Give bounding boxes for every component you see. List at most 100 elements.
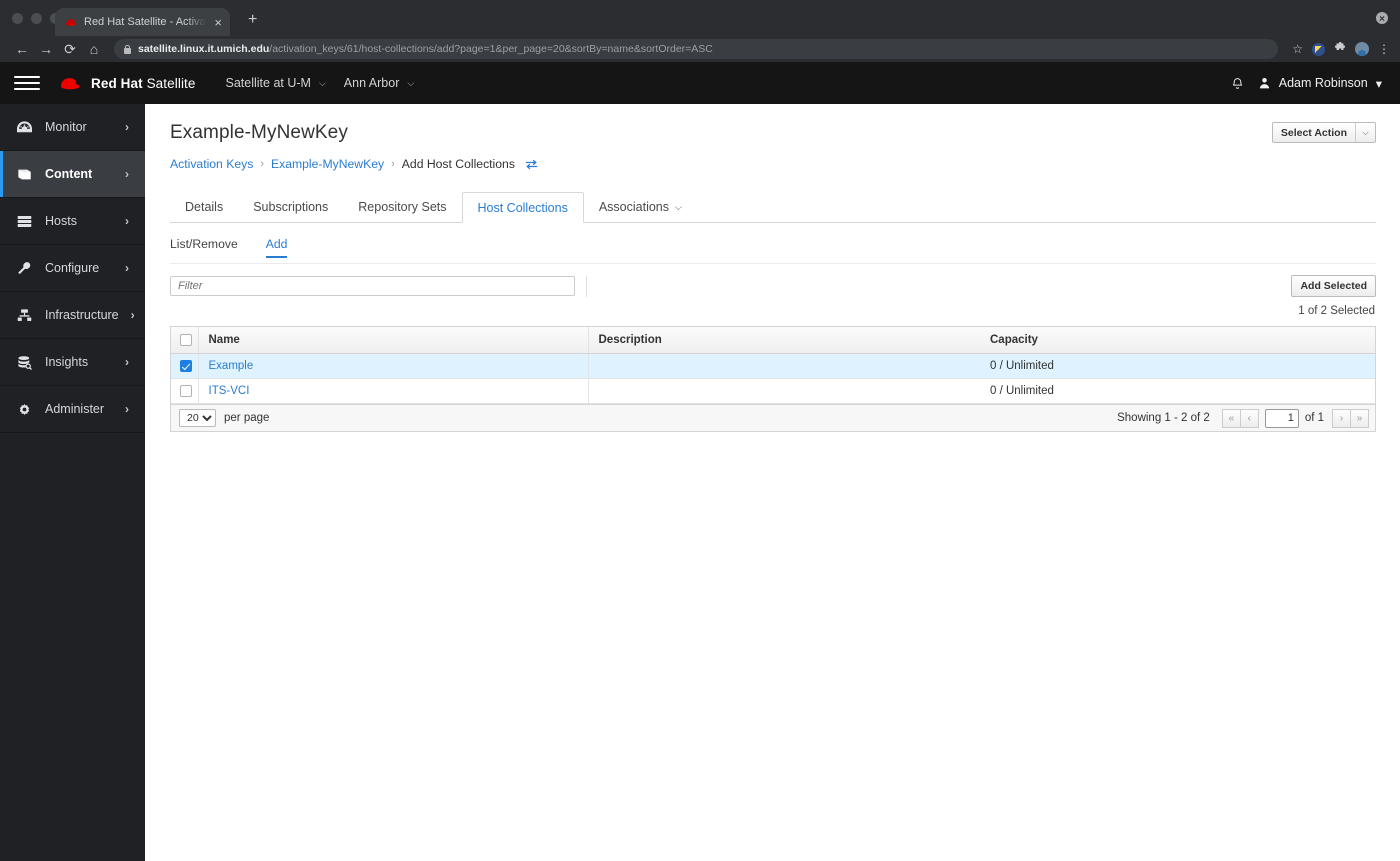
- chevron-down-icon[interactable]: ⌵: [1355, 123, 1375, 142]
- sidebar-item-administer[interactable]: Administer ›: [0, 386, 145, 433]
- sidebar-item-monitor[interactable]: Monitor ›: [0, 104, 145, 151]
- network-icon: [16, 307, 33, 323]
- column-header-capacity[interactable]: Capacity: [980, 327, 1375, 355]
- row-description-cell: [587, 378, 980, 405]
- gear-icon: [16, 401, 33, 417]
- sidebar-item-label: Administer: [45, 402, 105, 416]
- row-capacity-cell: 0 / Unlimited: [980, 378, 1375, 405]
- next-page-button[interactable]: ›: [1332, 408, 1351, 428]
- page-title: Example-MyNewKey: [170, 122, 348, 143]
- tab-host-collections[interactable]: Host Collections: [461, 192, 584, 223]
- chevron-down-icon: ▾: [1375, 76, 1382, 91]
- sidebar-item-label: Content: [45, 167, 93, 181]
- tab-repository-sets[interactable]: Repository Sets: [343, 192, 461, 222]
- user-avatar-icon: [1258, 76, 1271, 90]
- column-header-name[interactable]: Name: [197, 327, 588, 355]
- chevron-down-icon: ⌵: [407, 77, 415, 88]
- brand-logo[interactable]: Red Hat Satellite: [58, 76, 196, 91]
- browser-tab[interactable]: Red Hat Satellite - Activation K ×: [55, 8, 230, 36]
- breadcrumb-current: Add Host Collections: [401, 157, 515, 171]
- breadcrumb-activation-keys[interactable]: Activation Keys: [170, 157, 253, 171]
- back-button[interactable]: ←: [10, 37, 34, 61]
- forward-button[interactable]: →: [34, 37, 58, 61]
- tab-associations[interactable]: Associations ⌵: [584, 192, 697, 222]
- column-header-description[interactable]: Description: [587, 327, 980, 355]
- dashboard-icon: [16, 119, 33, 135]
- prev-page-button[interactable]: ‹: [1239, 408, 1259, 428]
- sidebar-item-label: Hosts: [45, 214, 77, 228]
- row-checkbox[interactable]: [180, 385, 192, 398]
- breadcrumb: Activation Keys › Example-MyNewKey › Add…: [170, 157, 1376, 171]
- url-path: /activation_keys/61/host-collections/add…: [269, 43, 713, 55]
- row-name-cell: ITS-VCI: [197, 378, 588, 405]
- select-action-label: Select Action: [1280, 126, 1347, 139]
- last-page-button[interactable]: »: [1350, 408, 1369, 428]
- browser-tab-title: Red Hat Satellite - Activation K: [84, 16, 206, 28]
- tab-subscriptions[interactable]: Subscriptions: [238, 192, 343, 222]
- host-collection-link[interactable]: ITS-VCI: [209, 385, 250, 397]
- sidebar-item-content[interactable]: Content ›: [0, 151, 145, 198]
- breadcrumb-separator-icon: ›: [260, 158, 264, 170]
- tab-details[interactable]: Details: [170, 192, 238, 222]
- sidebar-item-label: Insights: [45, 355, 89, 369]
- extensions-puzzle-icon[interactable]: [1334, 41, 1346, 56]
- per-page-label: per page: [224, 412, 270, 425]
- table-body: Example 0 / Unlimited ITS-VCI 0 / Unlimi…: [171, 353, 1375, 405]
- nav-toggle-icon[interactable]: [14, 70, 40, 96]
- user-menu[interactable]: Adam Robinson ▾: [1258, 76, 1382, 91]
- tab-associations-label: Associations: [598, 200, 670, 214]
- subtab-list-remove[interactable]: List/Remove: [170, 237, 238, 258]
- window-close-button[interactable]: [1376, 12, 1388, 24]
- sidebar-item-configure[interactable]: Configure ›: [0, 245, 145, 292]
- address-bar[interactable]: satellite.linux.it.umich.edu/activation_…: [114, 39, 1279, 59]
- book-icon: [16, 166, 33, 182]
- breadcrumb-key-name[interactable]: Example-MyNewKey: [271, 157, 384, 171]
- bookmark-star-icon[interactable]: ☆: [1292, 43, 1303, 55]
- sidebar-item-infrastructure[interactable]: Infrastructure ›: [0, 292, 145, 339]
- window-minimize-dot[interactable]: [31, 13, 42, 24]
- tab-bar: Details Subscriptions Repository Sets Ho…: [170, 192, 1376, 223]
- chevron-right-icon: ›: [125, 120, 129, 134]
- showing-range: Showing 1 - 2 of 2: [1117, 412, 1210, 425]
- chevron-right-icon: ›: [125, 167, 129, 181]
- chevron-right-icon: ›: [125, 261, 129, 275]
- add-selected-button[interactable]: Add Selected: [1291, 275, 1376, 297]
- server-icon: [16, 213, 33, 229]
- total-pages-label: of 1: [1304, 412, 1324, 425]
- pagination: Showing 1 - 2 of 2 « ‹ of 1 › »: [1117, 408, 1369, 428]
- tab-close-icon[interactable]: ×: [212, 14, 224, 31]
- table-footer: 20 per page Showing 1 - 2 of 2 « ‹ of 1 …: [171, 404, 1375, 432]
- window-close-dot[interactable]: [12, 13, 23, 24]
- sidebar-item-label: Configure: [45, 261, 100, 275]
- subtab-add[interactable]: Add: [265, 237, 288, 258]
- chevron-right-icon: ›: [125, 214, 129, 228]
- first-page-button[interactable]: «: [1221, 408, 1241, 428]
- toolbar-divider: [586, 275, 587, 297]
- select-all-checkbox[interactable]: [180, 334, 192, 346]
- host-collection-link[interactable]: Example: [209, 360, 254, 372]
- select-action-button[interactable]: Select Action ⌵: [1271, 122, 1376, 143]
- reload-button[interactable]: ⟳: [58, 37, 82, 61]
- row-checkbox[interactable]: [180, 360, 192, 373]
- chevron-right-icon: ›: [125, 355, 129, 369]
- profile-avatar-icon[interactable]: [1355, 42, 1369, 56]
- table-header-row: Name Description Capacity: [171, 327, 1375, 355]
- filter-toolbar: Add Selected: [170, 263, 1376, 299]
- home-button[interactable]: ⌂: [82, 37, 106, 61]
- organization-selector[interactable]: Satellite at U-M ⌵: [226, 76, 326, 90]
- table-row[interactable]: ITS-VCI 0 / Unlimited: [171, 378, 1375, 405]
- table-row[interactable]: Example 0 / Unlimited: [171, 353, 1375, 380]
- row-description-cell: [587, 353, 980, 380]
- edit-pen-icon[interactable]: [1312, 42, 1325, 56]
- page-number-input[interactable]: [1264, 408, 1299, 428]
- new-tab-button[interactable]: +: [248, 12, 257, 28]
- swap-arrows-icon[interactable]: [525, 159, 538, 170]
- per-page-select[interactable]: 20: [179, 409, 216, 428]
- notifications-bell-icon[interactable]: [1231, 76, 1244, 91]
- browser-menu-icon[interactable]: ⋮: [1378, 43, 1390, 55]
- search-input[interactable]: [170, 276, 575, 296]
- sidebar-item-hosts[interactable]: Hosts ›: [0, 198, 145, 245]
- sidebar-item-label: Infrastructure: [45, 308, 119, 322]
- sidebar-item-insights[interactable]: Insights ›: [0, 339, 145, 386]
- location-selector[interactable]: Ann Arbor ⌵: [344, 76, 414, 90]
